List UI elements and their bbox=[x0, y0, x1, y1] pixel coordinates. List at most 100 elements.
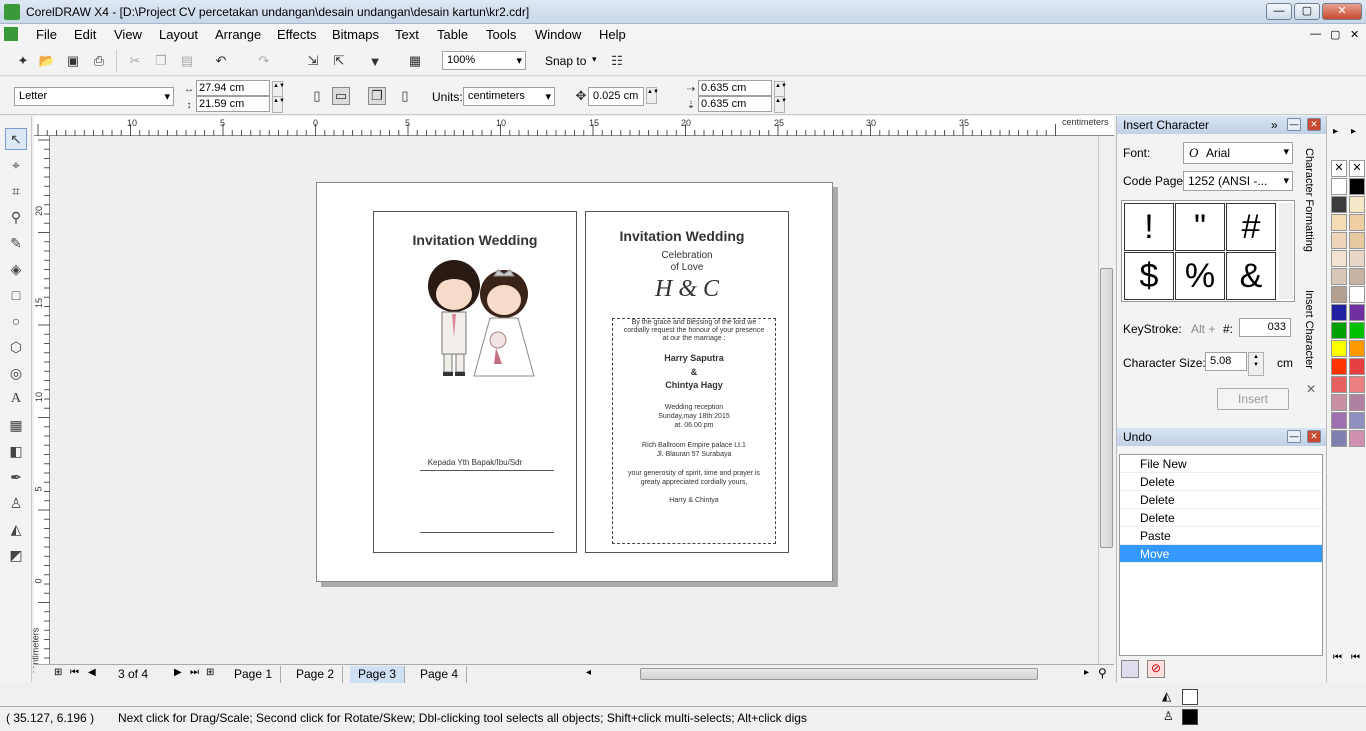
color-swatch[interactable] bbox=[1349, 304, 1365, 321]
color-swatch[interactable] bbox=[1331, 268, 1347, 285]
chevron-down-icon[interactable]: ▾ bbox=[592, 54, 597, 65]
color-swatch[interactable] bbox=[1331, 376, 1347, 393]
height-spinner[interactable]: ▲▼ bbox=[272, 96, 285, 113]
outline-color-swatch[interactable] bbox=[1182, 709, 1198, 725]
doc-close-icon[interactable]: ✕ bbox=[1350, 28, 1359, 41]
interactive-blend-tool-icon[interactable]: ◧ bbox=[5, 440, 27, 462]
duplicate-x-field[interactable]: 0.635 cm bbox=[698, 80, 772, 96]
scroll-thumb[interactable] bbox=[1100, 268, 1113, 548]
text-tool-icon[interactable]: A bbox=[5, 388, 27, 410]
previous-page-icon[interactable]: ◀ bbox=[88, 667, 96, 678]
undo-minimize-icon[interactable]: — bbox=[1287, 430, 1301, 443]
color-swatch[interactable] bbox=[1349, 196, 1365, 213]
maximize-button[interactable]: ▢ bbox=[1294, 3, 1320, 20]
docker-minimize-icon[interactable]: — bbox=[1287, 118, 1301, 131]
tab-insert-character[interactable]: Insert Character bbox=[1303, 290, 1315, 369]
color-swatch[interactable] bbox=[1331, 394, 1347, 411]
paste-icon[interactable]: ▤ bbox=[178, 52, 196, 70]
palette-scroll-up-icon[interactable]: ▸ bbox=[1333, 126, 1338, 137]
color-swatch[interactable] bbox=[1349, 268, 1365, 285]
page-tab-2[interactable]: Page 2 bbox=[288, 666, 344, 683]
page-width-field[interactable]: 27.94 cm bbox=[196, 80, 270, 96]
rectangle-tool-icon[interactable]: □ bbox=[5, 284, 27, 306]
menu-file[interactable]: File bbox=[36, 27, 57, 42]
zoom-navigator-icon[interactable]: ⚲ bbox=[1098, 666, 1107, 680]
invitation-detail-card[interactable]: Invitation Wedding Celebration of Love H… bbox=[585, 211, 789, 553]
export-icon[interactable]: ⇱ bbox=[330, 52, 348, 70]
fill-tool-icon[interactable]: ◭ bbox=[5, 518, 27, 540]
add-page-after-icon[interactable]: ⊞ bbox=[206, 667, 214, 678]
expand-icon[interactable]: » bbox=[1271, 118, 1278, 132]
doc-restore-icon[interactable]: ▢ bbox=[1330, 28, 1340, 41]
minimize-button[interactable]: — bbox=[1266, 3, 1292, 20]
page-height-field[interactable]: 21.59 cm bbox=[196, 96, 270, 112]
menu-help[interactable]: Help bbox=[599, 27, 626, 42]
undo-icon[interactable]: ↶ bbox=[212, 52, 230, 70]
page-tab-3[interactable]: Page 3 bbox=[350, 666, 406, 683]
nudge-distance-field[interactable]: 0.025 cm bbox=[588, 87, 644, 106]
keystroke-field[interactable]: 033 bbox=[1239, 318, 1291, 337]
color-swatch[interactable] bbox=[1331, 358, 1347, 375]
color-swatch[interactable] bbox=[1349, 286, 1365, 303]
color-swatch[interactable] bbox=[1349, 214, 1365, 231]
color-swatch[interactable] bbox=[1331, 412, 1347, 429]
color-swatch[interactable] bbox=[1349, 430, 1365, 447]
fill-indicator-icon[interactable]: ◭ bbox=[1162, 689, 1171, 703]
color-swatch[interactable] bbox=[1331, 232, 1347, 249]
color-swatch[interactable] bbox=[1331, 286, 1347, 303]
undo-close-icon[interactable]: ✕ bbox=[1307, 430, 1321, 443]
outline-tool-icon[interactable]: ♙ bbox=[5, 492, 27, 514]
shape-tool-icon[interactable]: ⌖ bbox=[5, 154, 27, 176]
page-tab-1[interactable]: Page 1 bbox=[226, 666, 282, 683]
fill-color-swatch[interactable] bbox=[1182, 689, 1198, 705]
font-select[interactable]: Arial bbox=[1183, 142, 1293, 164]
first-page-icon[interactable]: ⏮ bbox=[70, 667, 79, 678]
outline-indicator-icon[interactable]: ♙ bbox=[1163, 709, 1174, 723]
glyph-cell[interactable]: % bbox=[1175, 252, 1225, 300]
glyph-cell[interactable]: & bbox=[1226, 252, 1276, 300]
invitation-cover-card[interactable]: Invitation Wedding Kepada Yth Bapak/Ibu/… bbox=[373, 211, 577, 553]
print-icon[interactable]: ⎙ bbox=[90, 52, 108, 70]
glyph-cell[interactable]: ! bbox=[1124, 203, 1174, 251]
units-select[interactable]: centimeters bbox=[463, 87, 555, 106]
basic-shapes-tool-icon[interactable]: ◎ bbox=[5, 362, 27, 384]
pick-tool-icon[interactable]: ↖ bbox=[5, 128, 27, 150]
menu-layout[interactable]: Layout bbox=[159, 27, 198, 42]
landscape-icon[interactable]: ▭ bbox=[332, 87, 350, 105]
paper-type-select[interactable]: Letter bbox=[14, 87, 174, 106]
color-swatch[interactable] bbox=[1349, 376, 1365, 393]
document-icon[interactable] bbox=[4, 27, 18, 41]
undo-item[interactable]: Delete bbox=[1120, 509, 1322, 527]
scroll-left-icon[interactable]: ◂ bbox=[586, 667, 591, 678]
no-color-swatch[interactable]: ✕ bbox=[1349, 160, 1365, 177]
glyph-cell[interactable]: " bbox=[1175, 203, 1225, 251]
all-pages-icon[interactable]: ❐ bbox=[368, 87, 386, 105]
tab-close-icon[interactable]: ✕ bbox=[1306, 382, 1316, 396]
palette-scroll-up-icon[interactable]: ▸ bbox=[1351, 126, 1356, 137]
duplicate-y-field[interactable]: 0.635 cm bbox=[698, 96, 772, 112]
redo-icon[interactable]: ↷ bbox=[255, 52, 273, 70]
undo-item[interactable]: Delete bbox=[1120, 491, 1322, 509]
undo-item-selected[interactable]: Move bbox=[1120, 545, 1322, 563]
color-swatch[interactable] bbox=[1331, 214, 1347, 231]
glyph-cell[interactable]: # bbox=[1226, 203, 1276, 251]
vertical-scrollbar[interactable] bbox=[1098, 136, 1114, 664]
color-swatch[interactable] bbox=[1331, 304, 1347, 321]
horizontal-scroll-thumb[interactable] bbox=[640, 668, 1038, 680]
close-button[interactable]: ✕ bbox=[1322, 3, 1362, 20]
color-swatch[interactable] bbox=[1331, 322, 1347, 339]
menu-table[interactable]: Table bbox=[437, 27, 468, 42]
import-icon[interactable]: ⇲ bbox=[304, 52, 322, 70]
eyedropper-tool-icon[interactable]: ✒ bbox=[5, 466, 27, 488]
color-swatch[interactable] bbox=[1349, 358, 1365, 375]
undo-item[interactable]: Paste bbox=[1120, 527, 1322, 545]
smart-fill-tool-icon[interactable]: ◈ bbox=[5, 258, 27, 280]
horizontal-ruler[interactable]: 10 5 0 5 10 15 20 25 30 35 centimeters bbox=[34, 116, 1114, 136]
menu-view[interactable]: View bbox=[114, 27, 142, 42]
scroll-right-icon[interactable]: ▸ bbox=[1084, 667, 1089, 678]
insert-button[interactable]: Insert bbox=[1217, 388, 1289, 410]
vertical-ruler[interactable]: 20 15 10 5 0 centimeters bbox=[30, 136, 50, 682]
document-page[interactable]: Invitation Wedding Kepada Yth Bapak/Ibu/… bbox=[316, 182, 833, 582]
doc-minimize-icon[interactable]: — bbox=[1310, 28, 1321, 40]
menu-arrange[interactable]: Arrange bbox=[215, 27, 261, 42]
